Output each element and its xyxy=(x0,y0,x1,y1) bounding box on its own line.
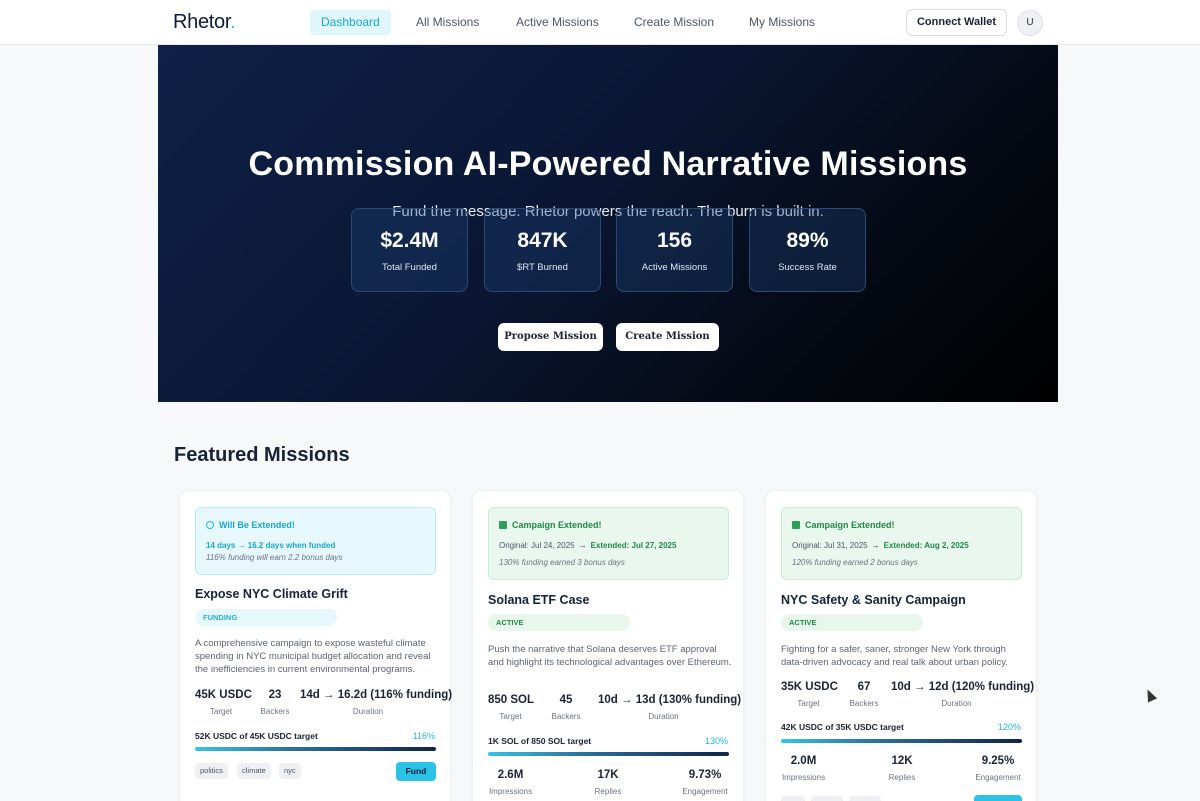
calendar-icon xyxy=(792,521,800,529)
banner-duration: 14 days → 16.2 days when funded xyxy=(206,541,336,550)
stat-value: 156 xyxy=(656,229,693,252)
metric-duration: 14d → 16.2d (116% funding) Duration xyxy=(300,689,453,716)
metric-backers: 67 Backers xyxy=(849,681,879,708)
mission-title[interactable]: Solana ETF Case xyxy=(488,593,589,607)
stat-active-missions: 156 Active Missions xyxy=(616,208,733,292)
stat-label: $RT Burned xyxy=(517,262,568,273)
hero-title: Commission AI-Powered Narrative Missions xyxy=(248,145,968,183)
stat-value: 847K xyxy=(517,229,568,252)
banner-title: Will Be Extended! xyxy=(219,520,295,530)
impact-impressions: 2.0M Impressions xyxy=(781,755,826,782)
metric-target: 45K USDC Target xyxy=(195,689,252,716)
progress-label: 52K USDC of 45K USDC target xyxy=(195,731,318,741)
mission-title[interactable]: NYC Safety & Sanity Campaign xyxy=(781,593,966,607)
mission-description: Push the narrative that Solana deserves … xyxy=(488,644,732,668)
stat-label: Success Rate xyxy=(778,262,837,273)
impact-replies: 17K Replies xyxy=(594,769,622,796)
progress-label: 42K USDC of 35K USDC target xyxy=(781,722,904,732)
banner-extended-date: Extended: Jul 27, 2025 xyxy=(590,541,677,550)
nav-my-missions[interactable]: My Missions xyxy=(738,10,826,35)
tag[interactable] xyxy=(781,796,805,801)
fund-button[interactable] xyxy=(974,795,1022,801)
banner-title: Campaign Extended! xyxy=(805,520,895,530)
stat-success-rate: 89% Success Rate xyxy=(749,208,866,292)
impact-engagement: 9.25% Engagement xyxy=(975,755,1021,782)
nav-all-missions[interactable]: All Missions xyxy=(405,10,490,35)
extension-banner: Campaign Extended! Original: Jul 31, 202… xyxy=(781,507,1022,580)
impact-replies: 12K Replies xyxy=(888,755,916,782)
banner-original-date: Original: Jul 24, 2025 xyxy=(499,541,575,550)
mouse-cursor-icon xyxy=(1142,687,1158,703)
arrow-right-icon: → xyxy=(871,541,880,550)
calendar-icon xyxy=(499,521,507,529)
mission-title[interactable]: Expose NYC Climate Grift xyxy=(195,587,348,601)
tag-politics[interactable]: politics xyxy=(195,763,228,779)
nav-create-mission[interactable]: Create Mission xyxy=(623,10,725,35)
hero-banner: Commission AI-Powered Narrative Missions… xyxy=(158,45,1058,402)
status-badge: ACTIVE xyxy=(781,614,923,631)
extension-banner: Will Be Extended! 14 days → 16.2 days wh… xyxy=(195,507,436,575)
banner-note: 116% funding will earn 2.2 bonus days xyxy=(206,553,343,562)
progress-percent: 116% xyxy=(412,731,435,741)
tag-climate[interactable]: climate xyxy=(237,763,271,779)
metric-target: 35K USDC Target xyxy=(781,681,838,708)
status-badge: ACTIVE xyxy=(488,614,630,631)
banner-title: Campaign Extended! xyxy=(512,520,602,530)
progress-bar xyxy=(195,747,436,751)
avatar[interactable]: U xyxy=(1017,10,1043,36)
progress-label: 1K SOL of 850 SOL target xyxy=(488,736,592,746)
mission-card[interactable]: Will Be Extended! 14 days → 16.2 days wh… xyxy=(179,490,453,801)
featured-missions-heading: Featured Missions xyxy=(174,444,350,466)
tag[interactable] xyxy=(849,796,881,801)
stat-label: Active Missions xyxy=(641,262,708,273)
mission-description: Fighting for a safer, saner, stronger Ne… xyxy=(781,644,1008,668)
impact-impressions: 2.6M Impressions xyxy=(488,769,533,796)
mission-description: A comprehensive campaign to expose waste… xyxy=(195,638,431,675)
stat-label: Total Funded xyxy=(382,262,437,273)
hero-subtitle: Fund the message. Rhetor powers the reac… xyxy=(392,203,824,220)
logo[interactable]: Rhetor. xyxy=(173,11,236,34)
create-mission-button[interactable]: Create Mission xyxy=(616,323,719,351)
stat-rt-burned: 847K $RT Burned xyxy=(484,208,601,292)
progress-percent: 120% xyxy=(997,722,1021,732)
extension-banner: Campaign Extended! Original: Jul 24, 202… xyxy=(488,507,729,580)
mission-card[interactable]: Campaign Extended! Original: Jul 31, 202… xyxy=(765,490,1037,801)
progress-percent: 130% xyxy=(704,736,728,746)
banner-extended-date: Extended: Aug 2, 2025 xyxy=(883,541,969,550)
fund-button[interactable]: Fund xyxy=(396,762,436,781)
nav-active-missions[interactable]: Active Missions xyxy=(505,10,610,35)
stat-value: $2.4M xyxy=(380,229,439,252)
mission-card[interactable]: Campaign Extended! Original: Jul 24, 202… xyxy=(472,490,744,801)
metric-duration: 10d → 13d (130% funding) Duration xyxy=(598,694,742,721)
stat-total-funded: $2.4M Total Funded xyxy=(351,208,468,292)
metric-backers: 45 Backers xyxy=(551,694,581,721)
progress-bar xyxy=(781,739,1022,743)
propose-mission-button[interactable]: Propose Mission xyxy=(498,323,603,351)
metric-target: 850 SOL Target xyxy=(488,694,535,721)
tag[interactable] xyxy=(811,796,843,801)
impact-engagement: 9.73% Engagement xyxy=(682,769,728,796)
metric-duration: 10d → 12d (120% funding) Duration xyxy=(891,681,1035,708)
metric-backers: 23 Backers xyxy=(260,689,290,716)
status-badge: FUNDING xyxy=(195,609,337,626)
progress-bar xyxy=(488,752,729,756)
clock-icon xyxy=(206,521,214,529)
banner-original-date: Original: Jul 31, 2025 xyxy=(792,541,868,550)
connect-wallet-button[interactable]: Connect Wallet xyxy=(906,9,1007,36)
stat-value: 89% xyxy=(786,229,829,252)
arrow-right-icon: → xyxy=(578,541,587,550)
nav-dashboard[interactable]: Dashboard xyxy=(310,10,391,35)
banner-note: 120% funding earned 2 bonus days xyxy=(792,558,918,567)
banner-note: 130% funding earned 3 bonus days xyxy=(499,558,625,567)
tag-nyc[interactable]: nyc xyxy=(279,763,301,779)
top-nav: Rhetor. Dashboard All Missions Active Mi… xyxy=(0,0,1200,45)
